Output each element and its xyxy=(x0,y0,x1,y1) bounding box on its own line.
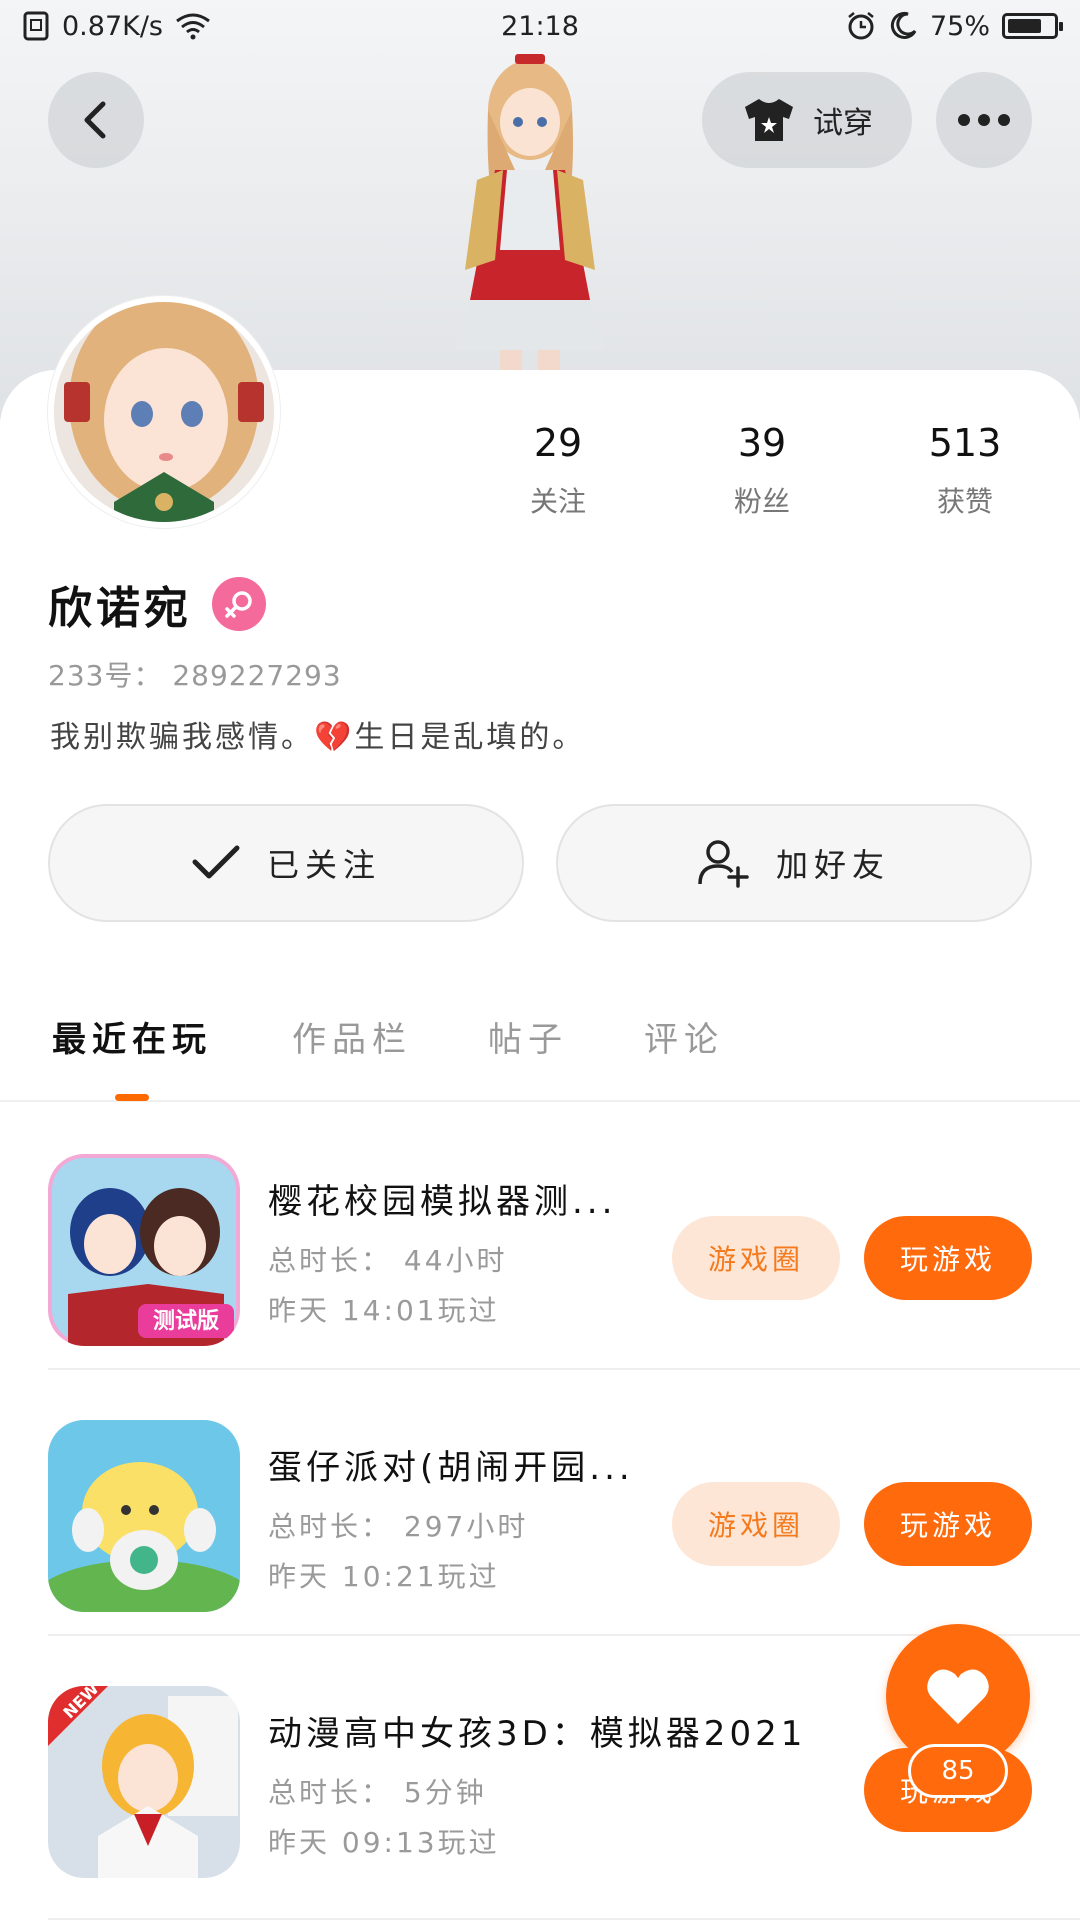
sim-icon xyxy=(23,11,49,41)
tshirt-icon xyxy=(745,99,793,141)
tab-active-indicator xyxy=(115,1094,149,1101)
stat-likes-value: 513 xyxy=(928,421,1002,465)
stat-following-value: 29 xyxy=(533,421,583,465)
game-title: 樱花校园模拟器测... xyxy=(268,1182,617,1222)
game-title: 动漫高中女孩3D：模拟器2021 xyxy=(268,1714,807,1754)
play-game-button[interactable]: 玩游戏 xyxy=(864,1216,1032,1300)
stat-fans[interactable]: 39 粉丝 xyxy=(692,420,832,520)
game-icon-badge: 测试版 xyxy=(153,1309,219,1334)
alarm-icon xyxy=(848,12,874,40)
tab-posts[interactable]: 帖子 xyxy=(488,1012,568,1061)
user-bio: 我别欺骗我感情。💔生日是乱填的。 xyxy=(50,720,586,755)
game-info: 蛋仔派对(胡闹开园... 总时长： 297小时 昨天 10:21玩过 xyxy=(268,1440,688,1595)
add-user-icon xyxy=(698,840,749,888)
female-icon xyxy=(212,577,266,631)
game-last-played: 昨天 14:01玩过 xyxy=(268,1294,500,1327)
tab-comments[interactable]: 评论 xyxy=(644,1012,724,1061)
avatar[interactable] xyxy=(48,296,280,528)
tab-recent-play[interactable]: 最近在玩 xyxy=(52,1012,212,1061)
game-last-played: 昨天 09:13玩过 xyxy=(268,1826,500,1859)
more-dots-icon xyxy=(958,114,1010,126)
avatar-image xyxy=(54,302,274,522)
profile-tabs: 最近在玩 作品栏 帖子 评论 xyxy=(0,1010,1080,1102)
play-game-button[interactable]: 玩游戏 xyxy=(864,1482,1032,1566)
stat-fans-value: 39 xyxy=(737,421,787,465)
chevron-left-icon xyxy=(84,101,106,139)
check-icon xyxy=(192,845,240,879)
name-row: 欣诺宛 xyxy=(48,572,266,636)
stat-likes-label: 获赞 xyxy=(936,485,993,518)
character-figure xyxy=(455,54,605,380)
game-total-time: 总时长： 44小时 xyxy=(268,1244,508,1277)
user-id: 233号： 289227293 xyxy=(48,659,342,692)
add-friend-label: 加好友 xyxy=(775,846,890,884)
battery-percent: 75% xyxy=(929,10,990,42)
game-row[interactable]: 测试版 樱花校园模拟器测... 总时长： 44小时 昨天 14:01玩过 游戏圈… xyxy=(48,1104,1080,1370)
user-name: 欣诺宛 xyxy=(48,583,192,634)
status-right: 75% xyxy=(846,10,1063,42)
game-icon[interactable]: NEW xyxy=(48,1686,240,1878)
followed-label: 已关注 xyxy=(266,846,381,884)
add-friend-button[interactable]: 加好友 xyxy=(556,804,1032,922)
game-info: 樱花校园模拟器测... 总时长： 44小时 昨天 14:01玩过 xyxy=(268,1174,688,1329)
stat-following[interactable]: 29 关注 xyxy=(488,420,628,520)
moon-icon xyxy=(890,11,917,39)
game-last-played: 昨天 10:21玩过 xyxy=(268,1560,500,1593)
back-button[interactable] xyxy=(48,72,144,168)
stat-following-label: 关注 xyxy=(529,485,586,518)
game-circle-button[interactable]: 游戏圈 xyxy=(672,1482,840,1566)
wifi-icon xyxy=(176,13,210,40)
battery-icon xyxy=(1002,13,1063,39)
game-circle-button[interactable]: 游戏圈 xyxy=(672,1216,840,1300)
network-speed: 0.87K/s xyxy=(62,10,163,42)
game-icon[interactable] xyxy=(48,1420,240,1612)
tab-works[interactable]: 作品栏 xyxy=(292,1012,412,1061)
game-icon[interactable]: 测试版 xyxy=(48,1154,240,1346)
status-left: 0.87K/s xyxy=(22,11,211,42)
stat-likes[interactable]: 513 获赞 xyxy=(895,420,1035,520)
more-button[interactable] xyxy=(936,72,1032,168)
tryon-label: 试穿 xyxy=(813,106,873,141)
stat-fans-label: 粉丝 xyxy=(733,485,790,518)
battery-fill xyxy=(1008,19,1041,33)
game-info: 动漫高中女孩3D：模拟器2021 总时长： 5分钟 昨天 09:13玩过 xyxy=(268,1706,888,1861)
heart-icon xyxy=(927,1669,989,1724)
game-row[interactable]: 蛋仔派对(胡闹开园... 总时长： 297小时 昨天 10:21玩过 游戏圈 玩… xyxy=(48,1370,1080,1636)
followed-button[interactable]: 已关注 xyxy=(48,804,524,922)
game-title: 蛋仔派对(胡闹开园... xyxy=(268,1448,634,1488)
tryon-button[interactable]: 试穿 xyxy=(702,72,912,168)
like-count: 85 xyxy=(908,1744,1008,1798)
game-total-time: 总时长： 297小时 xyxy=(268,1510,529,1543)
game-total-time: 总时长： 5分钟 xyxy=(268,1776,487,1809)
status-bar: 0.87K/s 21:18 75% xyxy=(0,0,1080,52)
